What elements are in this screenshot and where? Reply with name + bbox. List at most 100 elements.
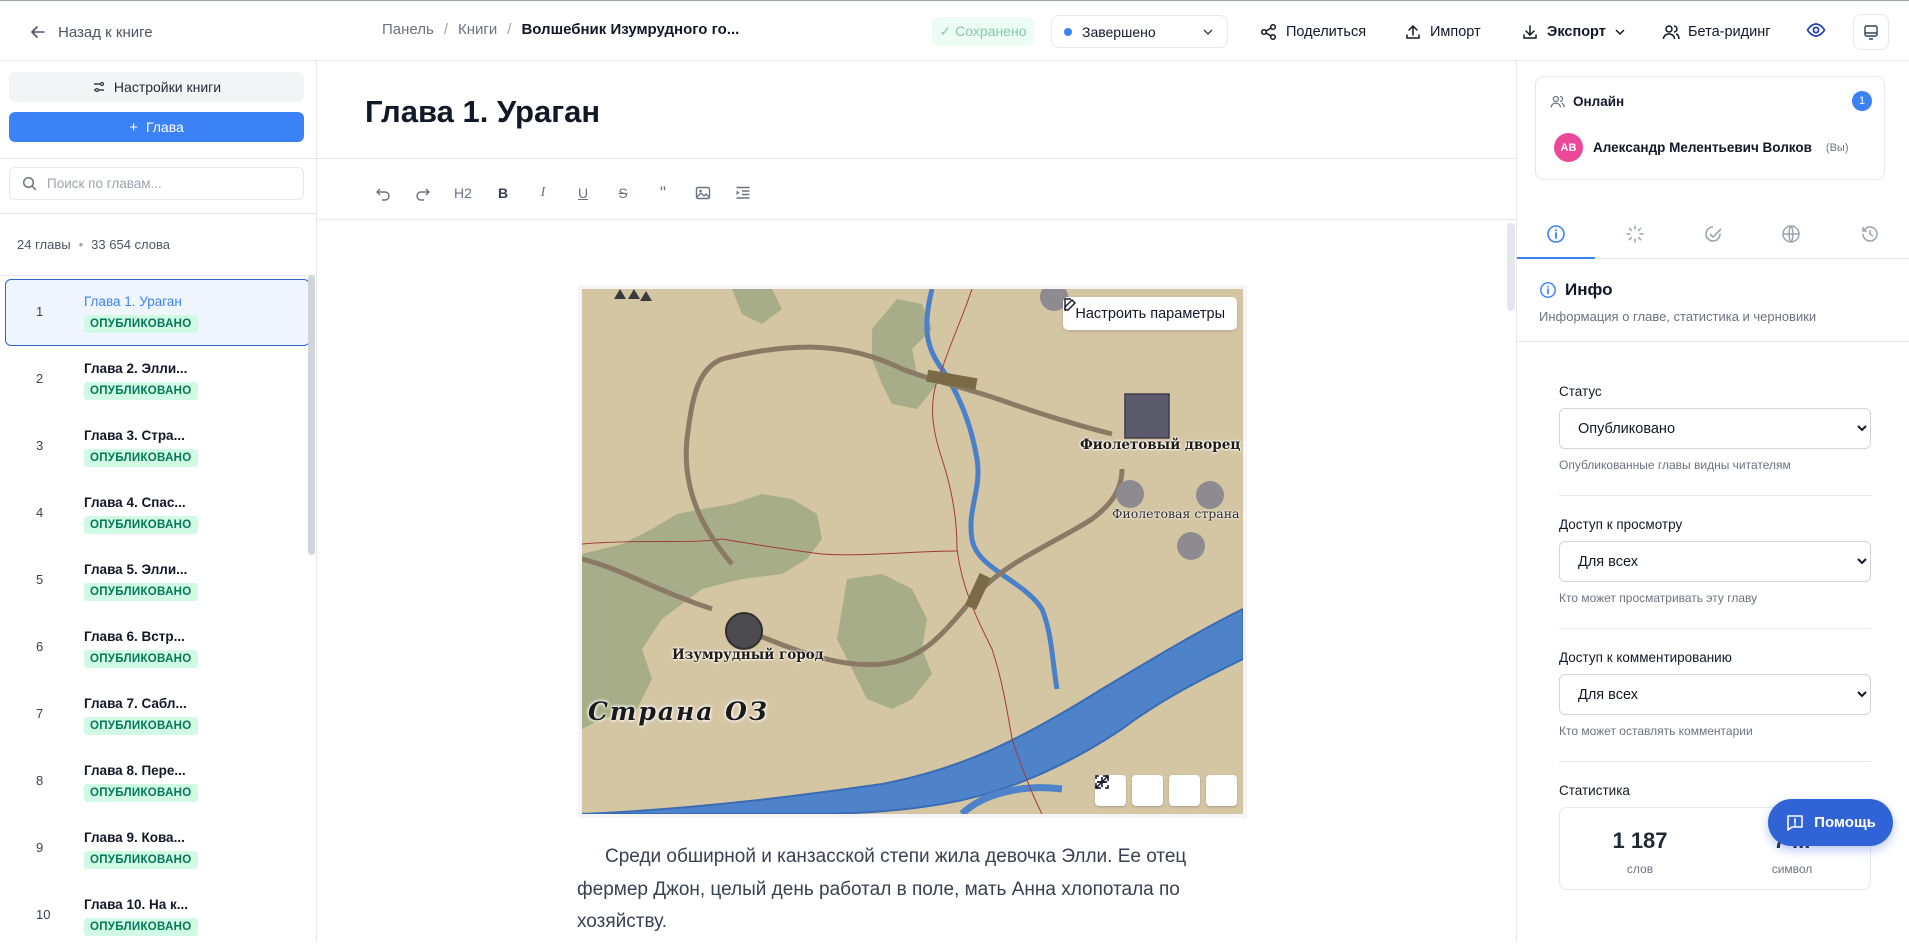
- words-stat: 1 187 слов: [1580, 828, 1700, 876]
- chapter-item[interactable]: 10 Глава 10. На к... ОПУБЛИКОВАНО: [5, 882, 310, 949]
- italic-button[interactable]: I: [523, 176, 563, 210]
- bridge: [964, 573, 991, 610]
- chapters-sidebar: Настройки книги + Глава 24 главы • 33 65…: [0, 61, 317, 942]
- separator-dot: •: [78, 237, 84, 252]
- chapter-item[interactable]: 3 Глава 3. Стра... ОПУБЛИКОВАНО: [5, 413, 310, 480]
- configure-map-label: Настроить параметры: [1075, 305, 1225, 322]
- status-dot: [1064, 27, 1072, 36]
- breadcrumb: Панель / Книги / Волшебник Изумрудного г…: [382, 21, 739, 38]
- chapter-item[interactable]: 9 Глава 9. Кова... ОПУБЛИКОВАНО: [5, 815, 310, 882]
- forest-area: [582, 494, 822, 729]
- beta-reading-button[interactable]: Бета-ридинг: [1662, 19, 1771, 45]
- chapter-search-input[interactable]: [47, 176, 287, 191]
- editor-scrollbar[interactable]: [1507, 223, 1515, 311]
- map-controls: [1095, 775, 1237, 806]
- online-label: Онлайн: [1573, 94, 1625, 109]
- chapter-heading[interactable]: Глава 1. Ураган: [365, 94, 600, 130]
- redo-button[interactable]: [403, 176, 443, 210]
- chapter-status-badge: ОПУБЛИКОВАНО: [84, 918, 198, 936]
- quote-button[interactable]: ": [643, 176, 683, 210]
- tab-check[interactable]: [1674, 209, 1752, 258]
- chapter-status-badge: ОПУБЛИКОВАНО: [84, 382, 198, 400]
- share-button[interactable]: Поделиться: [1260, 19, 1366, 45]
- help-button[interactable]: Помощь: [1768, 799, 1893, 846]
- info-icon: [1547, 224, 1566, 243]
- divider: [1559, 628, 1871, 629]
- chapter-number: 2: [36, 371, 44, 386]
- fit-view-button[interactable]: [1095, 775, 1200, 806]
- breadcrumb-panel[interactable]: Панель: [382, 21, 434, 38]
- globe-icon: [1782, 224, 1801, 243]
- back-label: Назад к книге: [58, 23, 153, 41]
- chapter-item[interactable]: 5 Глава 5. Элли... ОПУБЛИКОВАНО: [5, 547, 310, 614]
- words-value: 1 187: [1612, 828, 1668, 853]
- import-label: Импорт: [1430, 24, 1481, 40]
- panel-tabs: [1517, 209, 1909, 259]
- breadcrumb-books[interactable]: Книги: [458, 21, 497, 38]
- back-to-book-button[interactable]: Назад к книге: [30, 19, 153, 45]
- settlement-marker: [1177, 532, 1205, 560]
- arrow-left-icon: [31, 26, 45, 38]
- chapter-title: Глава 4. Спас...: [84, 495, 186, 510]
- chapter-number: 9: [36, 840, 44, 855]
- breadcrumb-current-book: Волшебник Изумрудного го...: [521, 21, 740, 38]
- heading2-button[interactable]: H2: [443, 176, 483, 210]
- settlement-marker: [1196, 481, 1224, 509]
- chapter-number: 4: [36, 505, 44, 520]
- insert-image-button[interactable]: [683, 176, 723, 210]
- book-settings-button[interactable]: Настройки книги: [9, 72, 304, 102]
- zoom-in-button[interactable]: [1097, 775, 1163, 806]
- edit-icon: [1064, 298, 1077, 311]
- undo-button[interactable]: [363, 176, 403, 210]
- emerald-city-label: Изумрудный город: [672, 647, 824, 663]
- chapter-item[interactable]: 7 Глава 7. Сабл... ОПУБЛИКОВАНО: [5, 681, 310, 748]
- preview-button[interactable]: [1806, 20, 1826, 43]
- comment-access-select[interactable]: Для всех: [1559, 674, 1871, 715]
- panel-icon: [1864, 25, 1878, 40]
- chapter-paragraph[interactable]: Среди обширной и канзасской степи жила д…: [577, 841, 1237, 939]
- chapter-item[interactable]: 1 Глава 1. Ураган ОПУБЛИКОВАНО: [5, 279, 310, 346]
- mountain: [614, 289, 652, 301]
- chapter-status-badge: ОПУБЛИКОВАНО: [84, 516, 198, 534]
- chapter-item[interactable]: 4 Глава 4. Спас... ОПУБЛИКОВАНО: [5, 480, 310, 547]
- fullscreen-button[interactable]: [1095, 775, 1237, 806]
- chapter-item[interactable]: 6 Глава 6. Встр... ОПУБЛИКОВАНО: [5, 614, 310, 681]
- chapter-item[interactable]: 2 Глава 2. Элли... ОПУБЛИКОВАНО: [5, 346, 310, 413]
- export-button[interactable]: Экспорт: [1521, 19, 1626, 45]
- chapter-item[interactable]: 8 Глава 8. Пере... ОПУБЛИКОВАНО: [5, 748, 310, 815]
- loader-icon: [1625, 224, 1644, 243]
- toggle-panel-button[interactable]: [1853, 14, 1889, 50]
- status-select[interactable]: Опубликовано: [1559, 408, 1871, 449]
- tab-info[interactable]: [1517, 209, 1596, 259]
- map-canvas: [582, 289, 1243, 814]
- stats-label: Статистика: [1559, 783, 1630, 798]
- sidebar-scrollbar[interactable]: [308, 275, 315, 555]
- book-status-dropdown[interactable]: Завершено: [1051, 15, 1228, 48]
- breadcrumb-separator: /: [507, 21, 512, 38]
- violet-palace-marker: [1124, 393, 1170, 439]
- indent-icon: [736, 186, 750, 199]
- tab-ai[interactable]: [1595, 209, 1673, 258]
- chapter-title: Глава 7. Сабл...: [84, 696, 187, 711]
- divider: [0, 213, 316, 214]
- configure-map-button[interactable]: Настроить параметры: [1063, 297, 1237, 330]
- import-button[interactable]: Импорт: [1404, 19, 1481, 45]
- emerald-city-marker: [725, 612, 763, 650]
- oz-map[interactable]: Изумрудный город Фиолетовый дворец Фиоле…: [582, 289, 1243, 814]
- tab-history[interactable]: [1831, 209, 1909, 258]
- online-header: Онлайн: [1550, 94, 1624, 109]
- add-chapter-button[interactable]: + Глава: [9, 112, 304, 142]
- users-icon: [1550, 95, 1565, 108]
- chapter-number: 5: [36, 572, 44, 587]
- info-icon: [1540, 282, 1556, 298]
- tab-publish[interactable]: [1752, 209, 1830, 258]
- strikethrough-button[interactable]: S: [603, 176, 643, 210]
- bold-button[interactable]: B: [483, 176, 523, 210]
- settlement-marker: [1116, 480, 1144, 508]
- info-subtitle: Информация о главе, статистика и чернови…: [1539, 309, 1817, 324]
- chapter-number: 10: [36, 907, 51, 922]
- indent-button[interactable]: [723, 176, 763, 210]
- underline-button[interactable]: U: [563, 176, 603, 210]
- chapter-number: 3: [36, 438, 44, 453]
- view-access-select[interactable]: Для всех: [1559, 541, 1871, 582]
